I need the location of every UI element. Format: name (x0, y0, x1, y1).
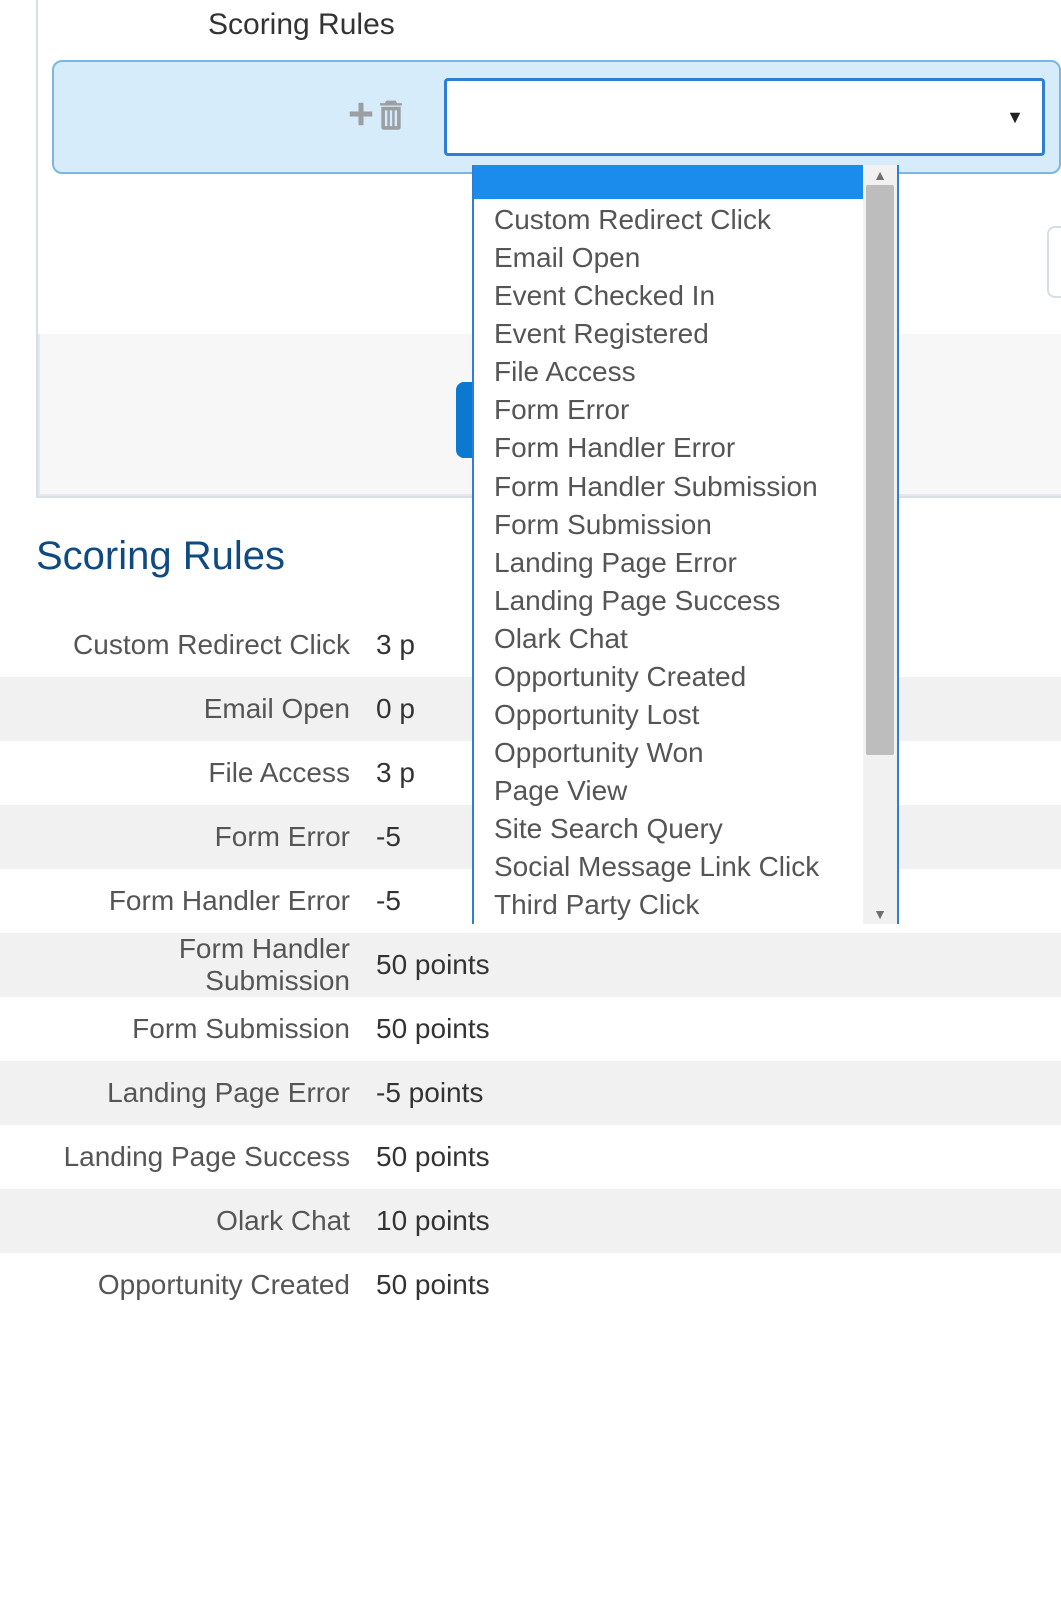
dropdown-item[interactable]: Form Submission (494, 506, 897, 544)
rule-value: -5 points (376, 1077, 483, 1109)
rule-value: 3 p (376, 629, 415, 661)
rule-label: Email Open (36, 693, 376, 725)
dropdown-item[interactable]: File Access (494, 353, 897, 391)
rule-value: 50 points (376, 1141, 490, 1173)
rule-label: Custom Redirect Click (36, 629, 376, 661)
dropdown-item[interactable]: Social Message Link Click (494, 848, 897, 886)
rule-label: Landing Page Error (36, 1077, 376, 1109)
rule-value: 50 points (376, 1269, 490, 1301)
rule-label: Olark Chat (36, 1205, 376, 1237)
rule-label: Form Submission (36, 1013, 376, 1045)
rule-value: -5 (376, 821, 401, 853)
panel-title: Scoring Rules (38, 0, 1061, 60)
table-row: Form Submission50 points (0, 997, 1061, 1061)
new-rule-row: ▼ (52, 60, 1061, 174)
trash-icon[interactable] (376, 97, 406, 138)
dropdown-item[interactable]: Custom Redirect Click (494, 201, 897, 239)
dropdown-list: Custom Redirect ClickEmail OpenEvent Che… (474, 199, 897, 924)
dropdown-item[interactable]: Olark Chat (494, 620, 897, 658)
rule-label: Form Error (36, 821, 376, 853)
dropdown-scrollbar[interactable]: ▲ ▼ (863, 165, 897, 924)
rule-label: Form Handler Error (36, 885, 376, 917)
dropdown-item[interactable]: Opportunity Lost (494, 696, 897, 734)
scroll-down-icon[interactable]: ▼ (873, 904, 887, 924)
table-row: Landing Page Error-5 points (0, 1061, 1061, 1125)
scroll-up-icon[interactable]: ▲ (873, 165, 887, 185)
dropdown-item[interactable]: Site Search Query (494, 810, 897, 848)
rule-label: Form Handler Submission (36, 933, 376, 997)
dropdown-item[interactable]: Page View (494, 772, 897, 810)
rule-value: 0 p (376, 693, 415, 725)
table-row: Form Handler Submission50 points (0, 933, 1061, 997)
rule-label: Landing Page Success (36, 1141, 376, 1173)
scroll-thumb[interactable] (866, 185, 894, 755)
rule-editor-panel: Scoring Rules ▼ Custom Redirect ClickEma… (36, 0, 1061, 498)
table-row: Landing Page Success50 points (0, 1125, 1061, 1189)
rule-type-dropdown: Custom Redirect ClickEmail OpenEvent Che… (472, 165, 899, 924)
dropdown-item[interactable]: Form Handler Submission (494, 468, 897, 506)
rule-value: -5 (376, 885, 401, 917)
table-row: Opportunity Created50 points (0, 1253, 1061, 1317)
dropdown-item[interactable]: Event Checked In (494, 277, 897, 315)
rule-value: 50 points (376, 949, 490, 981)
plus-icon[interactable] (346, 99, 376, 136)
dropdown-item[interactable]: Landing Page Error (494, 544, 897, 582)
rule-type-select[interactable]: ▼ (444, 78, 1045, 156)
partial-field (1047, 226, 1061, 298)
dropdown-item[interactable]: Form Error (494, 391, 897, 429)
dropdown-item[interactable]: Form Handler Error (494, 429, 897, 467)
chevron-down-icon: ▼ (1006, 107, 1024, 128)
rule-value: 50 points (376, 1013, 490, 1045)
dropdown-item[interactable]: Opportunity Won (494, 734, 897, 772)
dropdown-item[interactable]: Opportunity Created (494, 658, 897, 696)
dropdown-item[interactable]: Event Registered (494, 315, 897, 353)
rule-row-actions (64, 97, 444, 138)
rule-label: Opportunity Created (36, 1269, 376, 1301)
dropdown-selected-blank[interactable] (474, 165, 897, 199)
rule-value: 3 p (376, 757, 415, 789)
rule-value: 10 points (376, 1205, 490, 1237)
dropdown-item[interactable]: Email Open (494, 239, 897, 277)
dropdown-item[interactable]: Third Party Click (494, 886, 897, 924)
rule-label: File Access (36, 757, 376, 789)
dropdown-item[interactable]: Landing Page Success (494, 582, 897, 620)
table-row: Olark Chat10 points (0, 1189, 1061, 1253)
